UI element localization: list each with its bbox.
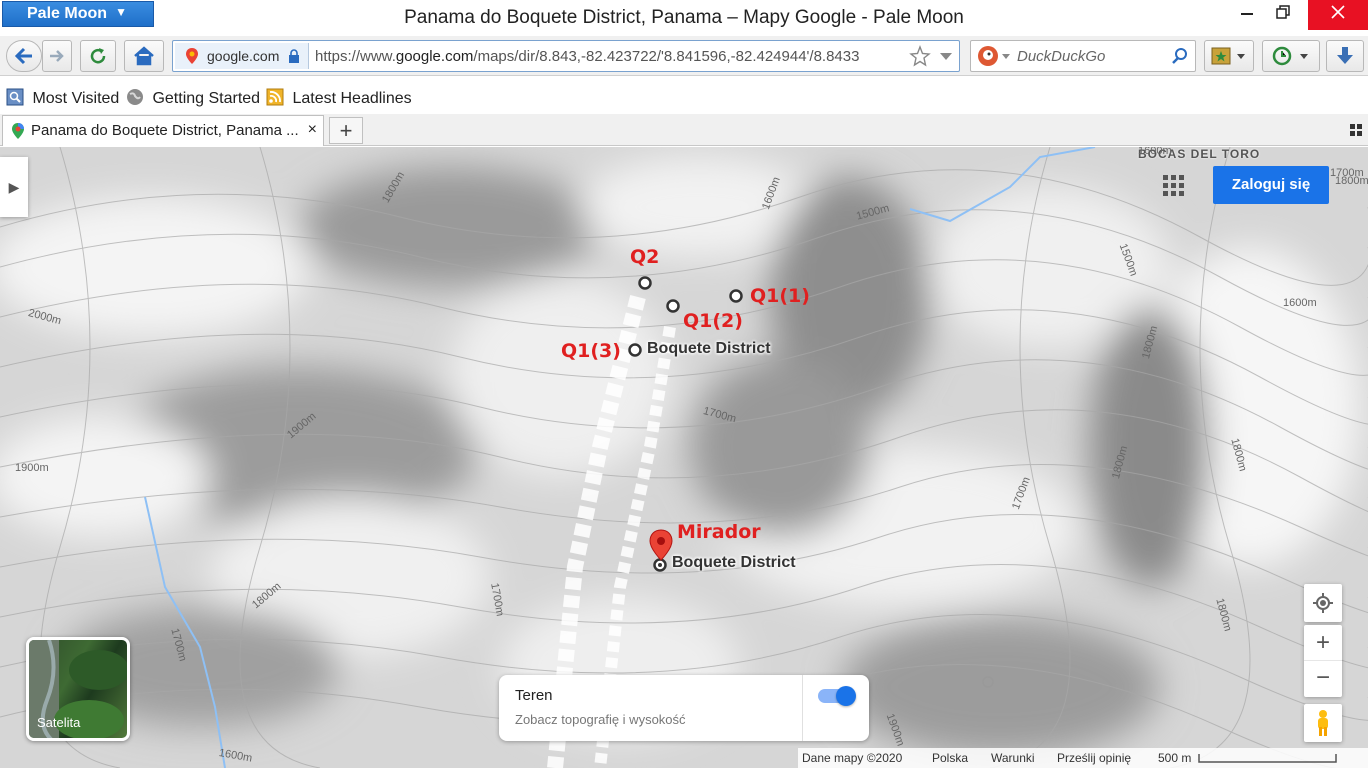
- marker-label-mirador: Mirador: [677, 521, 761, 543]
- google-apps-icon[interactable]: [1163, 175, 1185, 197]
- send-feedback-link[interactable]: Prześlij opinię: [1057, 751, 1131, 765]
- reload-button[interactable]: [80, 40, 116, 72]
- contour-elevation-label: 1600m: [1283, 297, 1317, 309]
- minimize-icon: [1241, 13, 1253, 15]
- url-path: /maps/dir/8.843,-82.423722/'8.841596,-82…: [473, 48, 860, 65]
- bookmark-most-visited[interactable]: Most Visited: [6, 88, 119, 108]
- map-data-attribution: Dane mapy ©2020: [802, 751, 903, 765]
- rss-feed-icon: [266, 88, 284, 106]
- site-identity[interactable]: google.com: [175, 43, 309, 69]
- back-button[interactable]: [6, 40, 42, 72]
- bookmark-label: Getting Started: [152, 90, 261, 107]
- tab-google-maps[interactable]: Panama do Boquete District, Panama ... ×: [2, 115, 324, 146]
- route-origin-marker[interactable]: [627, 342, 643, 358]
- bookmarks-star-icon: [1211, 47, 1245, 65]
- map-footer: Dane mapy ©2020 Polska Warunki Prześlij …: [798, 748, 1368, 768]
- satellite-label: Satelita: [37, 715, 81, 730]
- pegman-icon: [1318, 710, 1328, 736]
- forward-button[interactable]: [42, 40, 72, 72]
- restore-icon: [1276, 5, 1290, 19]
- tab-bar: Panama do Boquete District, Panama ... ×…: [0, 114, 1368, 146]
- sign-in-button[interactable]: Zaloguj się: [1213, 166, 1329, 204]
- zoom-in-button[interactable]: +: [1304, 625, 1342, 661]
- bookmarks-toolbar: Most Visited Getting Started Latest Head…: [0, 84, 1368, 112]
- place-label-destination[interactable]: Boquete District: [672, 554, 796, 572]
- satellite-layer-toggle[interactable]: Satelita: [26, 637, 130, 741]
- marker-label-q1-1: Q1(1): [750, 285, 810, 307]
- forward-arrow-icon: [50, 50, 64, 62]
- map-canvas[interactable]: ▶ BOCAS DEL TORO Zaloguj się 1800m 1600m 1…: [0, 147, 1368, 768]
- title-bar: Pale Moon ▼ Panama do Boquete District, …: [0, 0, 1368, 36]
- marker-label-q1-3: Q1(3): [561, 340, 621, 362]
- history-button[interactable]: [1262, 40, 1320, 72]
- marker-label-q2: Q2: [630, 246, 660, 268]
- most-visited-icon: [6, 88, 24, 106]
- new-tab-button[interactable]: +: [329, 117, 363, 144]
- contour-elevation-label: 1700m: [1330, 167, 1364, 179]
- terrain-toggle-knob[interactable]: [836, 686, 856, 706]
- bookmark-label: Latest Headlines: [292, 90, 412, 107]
- terrain-title: Teren: [515, 687, 553, 704]
- duckduckgo-icon: [978, 46, 998, 66]
- downloads-button[interactable]: [1326, 40, 1364, 72]
- terms-link[interactable]: Warunki: [991, 751, 1035, 765]
- search-placeholder: DuckDuckGo: [1017, 48, 1106, 65]
- scale-label[interactable]: 500 m: [1158, 751, 1191, 765]
- close-window-button[interactable]: [1308, 0, 1368, 30]
- side-panel-toggle[interactable]: ▶: [0, 157, 28, 217]
- contour-elevation-label: 1900m: [15, 462, 49, 474]
- zoom-controls: + −: [1304, 625, 1342, 697]
- reload-icon: [90, 48, 106, 64]
- lock-icon: [289, 49, 299, 63]
- route-waypoint-marker[interactable]: [637, 275, 653, 291]
- red-map-pin-icon[interactable]: [649, 529, 673, 561]
- zoom-out-button[interactable]: −: [1304, 661, 1342, 697]
- street-view-pegman[interactable]: [1304, 704, 1342, 742]
- google-maps-pin-icon: [186, 48, 198, 64]
- terrain-layer-card[interactable]: Teren Zobacz topografię i wysokość: [499, 675, 869, 741]
- bookmark-latest-headlines[interactable]: Latest Headlines: [266, 88, 412, 108]
- place-label-origin[interactable]: Boquete District: [647, 340, 771, 358]
- close-icon: [1331, 5, 1345, 19]
- contour-elevation-label: 1600m: [1138, 147, 1172, 157]
- url-dropdown-icon[interactable]: [939, 52, 953, 62]
- url-prefix: https://www.: [315, 48, 396, 65]
- globe-icon: [127, 89, 143, 105]
- url-domain: google.com: [395, 48, 474, 65]
- route-waypoint-marker[interactable]: [665, 298, 681, 314]
- scale-bar: [1198, 754, 1337, 763]
- tab-label: Panama do Boquete District, Panama ...: [31, 122, 299, 139]
- divider: [802, 675, 803, 741]
- home-button[interactable]: [124, 40, 164, 72]
- route-waypoint-marker[interactable]: [728, 288, 744, 304]
- bookmark-star-icon[interactable]: [909, 45, 931, 67]
- back-arrow-icon: [14, 47, 32, 65]
- search-box[interactable]: DuckDuckGo: [970, 40, 1196, 72]
- home-icon: [134, 46, 154, 66]
- google-maps-favicon: [12, 123, 24, 139]
- maximize-button[interactable]: [1260, 0, 1306, 30]
- identity-domain: google.com: [207, 48, 280, 64]
- navigation-toolbar: google.com https://www.google.com/maps/d…: [0, 36, 1368, 76]
- search-icon[interactable]: [1171, 47, 1189, 65]
- country-link[interactable]: Polska: [932, 751, 968, 765]
- history-clock-icon: [1272, 46, 1308, 66]
- tab-close-icon[interactable]: ×: [308, 121, 317, 139]
- bookmark-label: Most Visited: [32, 90, 120, 107]
- url-bar[interactable]: google.com https://www.google.com/maps/d…: [172, 40, 960, 72]
- bookmark-getting-started[interactable]: Getting Started: [126, 88, 260, 108]
- url-text[interactable]: https://www.google.com/maps/dir/8.843,-8…: [315, 48, 859, 65]
- terrain-subtitle: Zobacz topografię i wysokość: [515, 712, 686, 727]
- window-title: Panama do Boquete District, Panama – Map…: [404, 7, 964, 28]
- my-location-button[interactable]: [1304, 584, 1342, 622]
- tab-list-icon[interactable]: [1350, 124, 1362, 136]
- search-engine-dropdown-icon: [1002, 54, 1010, 59]
- location-crosshair-icon: [1313, 593, 1333, 613]
- marker-label-q1-2: Q1(2): [683, 310, 743, 332]
- download-arrow-icon: [1337, 47, 1353, 64]
- bookmarks-menu-button[interactable]: [1204, 40, 1254, 72]
